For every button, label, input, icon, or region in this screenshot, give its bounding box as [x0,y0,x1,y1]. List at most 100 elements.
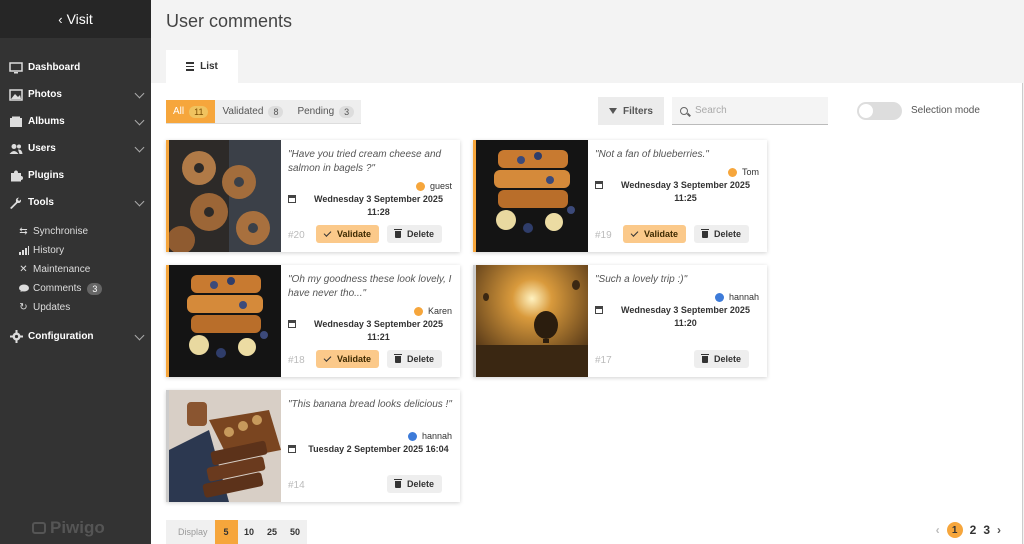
comment-id: #19 [595,230,612,241]
validate-button[interactable]: Validate [316,225,380,243]
sidebar-item-plugins[interactable]: Plugins [0,162,151,189]
author-name: Tom [741,167,759,177]
filter-count: 3 [339,105,355,118]
check-icon [323,354,332,362]
sidebar-item-tools[interactable]: Tools [0,189,151,216]
comment-author[interactable]: hannah [407,431,452,441]
delete-button[interactable]: Delete [387,475,443,493]
filter-label: All [173,106,185,117]
validate-label: Validate [337,229,372,239]
filters-label: Filters [622,105,653,117]
filter-all[interactable]: All 11 [166,100,216,123]
author-name: hannah [421,431,452,441]
sidebar-subitem-synchronise[interactable]: ⇆ Synchronise [18,222,151,241]
sidebar-item-configuration[interactable]: Configuration [0,323,151,350]
comment-text: "Such a lovely trip :)" [595,274,688,285]
sidebar-item-label: Dashboard [28,62,81,73]
filters-button[interactable]: Filters [598,97,664,125]
delete-button[interactable]: Delete [387,350,443,368]
filter-count: 8 [268,105,284,118]
photo-thumbnail-bagels[interactable] [169,140,281,252]
search-placeholder: Search [695,105,727,116]
date-text: Tuesday 2 September 2025 16:04 [308,444,449,454]
sidebar-subitem-history[interactable]: History [18,241,151,260]
comment-id: #14 [288,480,305,491]
comment-body: "Not a fan of blueberries." Tom Wednesda… [588,140,767,252]
chevron-right-icon[interactable]: › [997,523,1001,537]
delete-label: Delete [407,479,435,489]
comment-text: "Have you tried cream cheese and salmon … [288,149,442,174]
comment-id: #20 [288,230,305,241]
comment-author[interactable]: Tom [727,167,759,177]
sidebar-subitem-updates[interactable]: ↻ Updates [18,298,151,317]
validate-button[interactable]: Validate [316,350,380,368]
puzzle-icon [8,169,24,182]
author-name: hannah [728,292,759,302]
comment-body: "Such a lovely trip :)" hannah Wednesday… [588,265,767,377]
filter-label: Pending [297,106,335,117]
validate-button[interactable]: Validate [623,225,687,243]
scrollbar[interactable] [1022,83,1023,544]
chevron-left-icon[interactable]: ‹ [936,523,940,537]
selection-mode-toggle[interactable] [857,102,902,120]
delete-button[interactable]: Delete [387,225,443,243]
tab-list[interactable]: List [166,50,238,83]
comment-icon [18,284,29,293]
main-area: User comments List All 11 Validated 8 Pe… [151,0,1024,544]
bar-chart-icon [18,246,29,255]
per-page-option-10[interactable]: 10 [238,520,261,544]
delete-button[interactable]: Delete [694,225,750,243]
filter-count: 11 [189,105,209,118]
comment-body: "Have you tried cream cheese and salmon … [281,140,460,252]
comment-author[interactable]: guest [415,181,452,191]
photo-thumbnail-banana-bread[interactable] [169,390,281,502]
author-name: Karen [427,306,452,316]
visit-link[interactable]: ‹ Visit [0,0,151,38]
sidebar-item-label: Users [28,143,56,154]
photo-thumbnail-balloons[interactable] [476,265,588,377]
comment-author[interactable]: Karen [413,306,452,316]
photo-thumbnail-french-toast[interactable] [476,140,588,252]
filter-validated[interactable]: Validated 8 [215,100,290,123]
gear-icon [8,330,24,343]
validate-label: Validate [644,229,679,239]
search-input[interactable]: Search [672,97,828,125]
comment-card: "Such a lovely trip :)" hannah Wednesday… [473,265,767,377]
comments-panel: All 11 Validated 8 Pending 3 Filters Sea… [151,83,1023,544]
delete-button[interactable]: Delete [694,350,750,368]
wrench-icon [8,196,24,209]
page-2[interactable]: 2 [970,523,977,537]
comments-count-badge: 3 [87,282,103,295]
photo-thumbnail-french-toast[interactable] [169,265,281,377]
tab-label: List [200,61,218,72]
sidebar-item-albums[interactable]: Albums [0,108,151,135]
page-1[interactable]: 1 [946,522,963,538]
comment-author[interactable]: hannah [714,292,759,302]
comment-id: #18 [288,355,305,366]
sidebar-subitem-comments[interactable]: Comments 3 [18,279,151,298]
sidebar-item-dashboard[interactable]: Dashboard [0,54,151,81]
calendar-icon [288,320,296,328]
sidebar-item-users[interactable]: Users [0,135,151,162]
sidebar-subitem-maintenance[interactable]: ✕ Maintenance [18,260,151,279]
sidebar-item-label: Albums [28,116,65,127]
per-page-option-5[interactable]: 5 [214,520,238,544]
filter-pending[interactable]: Pending 3 [290,100,361,123]
pagination: ‹ 1 2 3 › [936,522,1001,538]
sidebar-item-photos[interactable]: Photos [0,81,151,108]
sidebar-subitem-label: Synchronise [33,226,89,237]
toggle-knob [859,104,873,118]
trash-icon [394,228,402,238]
page-3[interactable]: 3 [983,523,990,537]
chevron-down-icon [134,330,145,341]
comment-card: "Oh my goodness these look lovely, I hav… [166,265,460,377]
page-title: User comments [166,11,293,31]
crown-user-icon [714,292,724,302]
check-icon [630,229,639,237]
crown-user-icon [407,431,417,441]
per-page-option-25[interactable]: 25 [261,520,284,544]
validate-label: Validate [337,354,372,364]
status-filter: All 11 Validated 8 Pending 3 [166,100,362,124]
calendar-icon [288,445,296,453]
per-page-option-50[interactable]: 50 [284,520,307,544]
